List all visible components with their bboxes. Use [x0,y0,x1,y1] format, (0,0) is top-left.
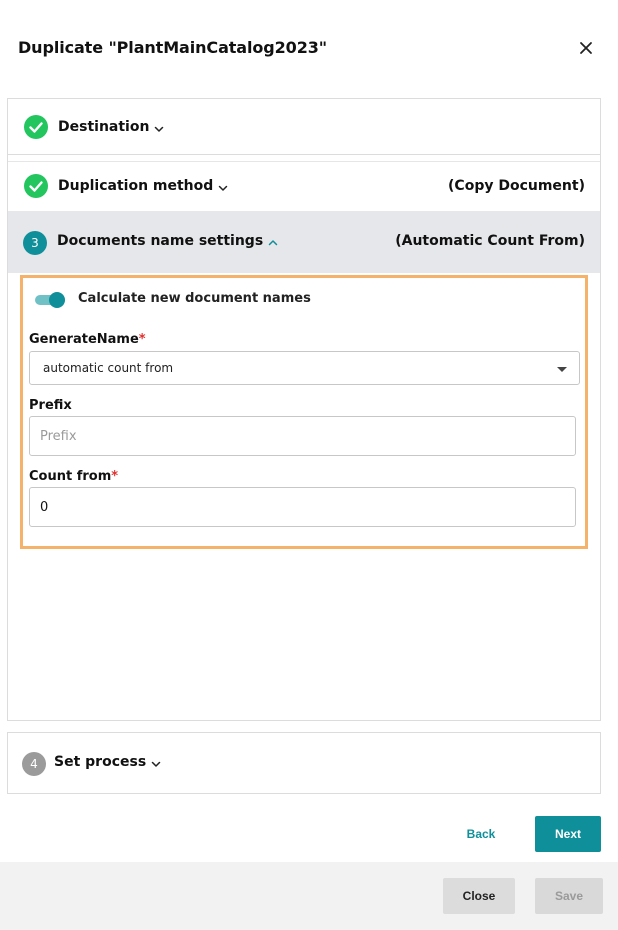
step-documents-name-settings[interactable]: 3 Documents name settings (Automatic Cou… [8,211,600,273]
field-label-text: GenerateName [29,332,139,347]
calculate-names-toggle[interactable] [35,292,65,308]
toggle-knob [49,292,65,308]
check-circle-icon [24,115,48,139]
close-button[interactable]: Close [443,878,515,914]
prefix-label: Prefix [29,398,72,413]
step-number-badge: 4 [22,752,46,776]
chevron-down-icon [151,757,161,767]
count-from-input[interactable] [29,487,576,527]
dialog-title: Duplicate "PlantMainCatalog2023" [18,38,328,57]
step-label-text: Documents name settings [57,233,264,249]
save-button[interactable]: Save [535,878,603,914]
field-label-text: Count from [29,469,112,484]
close-icon[interactable] [574,36,598,60]
next-button[interactable]: Next [535,816,601,852]
step-label-text: Destination [58,119,150,135]
step-duplication-method-label: Duplication method [58,178,228,194]
name-settings-panel: Calculate new document names GenerateNam… [20,275,588,549]
step-number-badge: 3 [23,231,47,255]
select-value: automatic count from [43,361,174,375]
required-mark: * [111,469,119,484]
step-label-text: Set process [54,754,147,770]
caret-down-icon [557,367,567,372]
step-set-process-label: Set process [54,754,161,770]
generate-name-select[interactable]: automatic count from [29,351,580,385]
back-button[interactable]: Back [451,816,511,852]
dialog-footer: Close Save [0,862,618,930]
chevron-down-icon [154,122,164,132]
step-summary: (Copy Document) [448,178,585,194]
check-circle-icon [24,174,48,198]
step-documents-name-settings-label: Documents name settings [57,233,278,249]
chevron-down-icon [218,181,228,191]
dialog-header: Duplicate "PlantMainCatalog2023" [0,0,618,96]
step-set-process[interactable]: 4 Set process [7,732,601,794]
required-mark: * [138,332,146,347]
step-destination[interactable]: Destination [8,99,600,155]
step-label-text: Duplication method [58,178,214,194]
toggle-label: Calculate new document names [78,291,311,306]
step-duplication-method[interactable]: Duplication method (Copy Document) [8,161,600,211]
chevron-up-icon [268,236,278,246]
count-from-label: Count from* [29,469,118,484]
step-destination-label: Destination [58,119,164,135]
step-summary: (Automatic Count From) [395,233,585,249]
prefix-input[interactable] [29,416,576,456]
generate-name-label: GenerateName* [29,332,146,347]
